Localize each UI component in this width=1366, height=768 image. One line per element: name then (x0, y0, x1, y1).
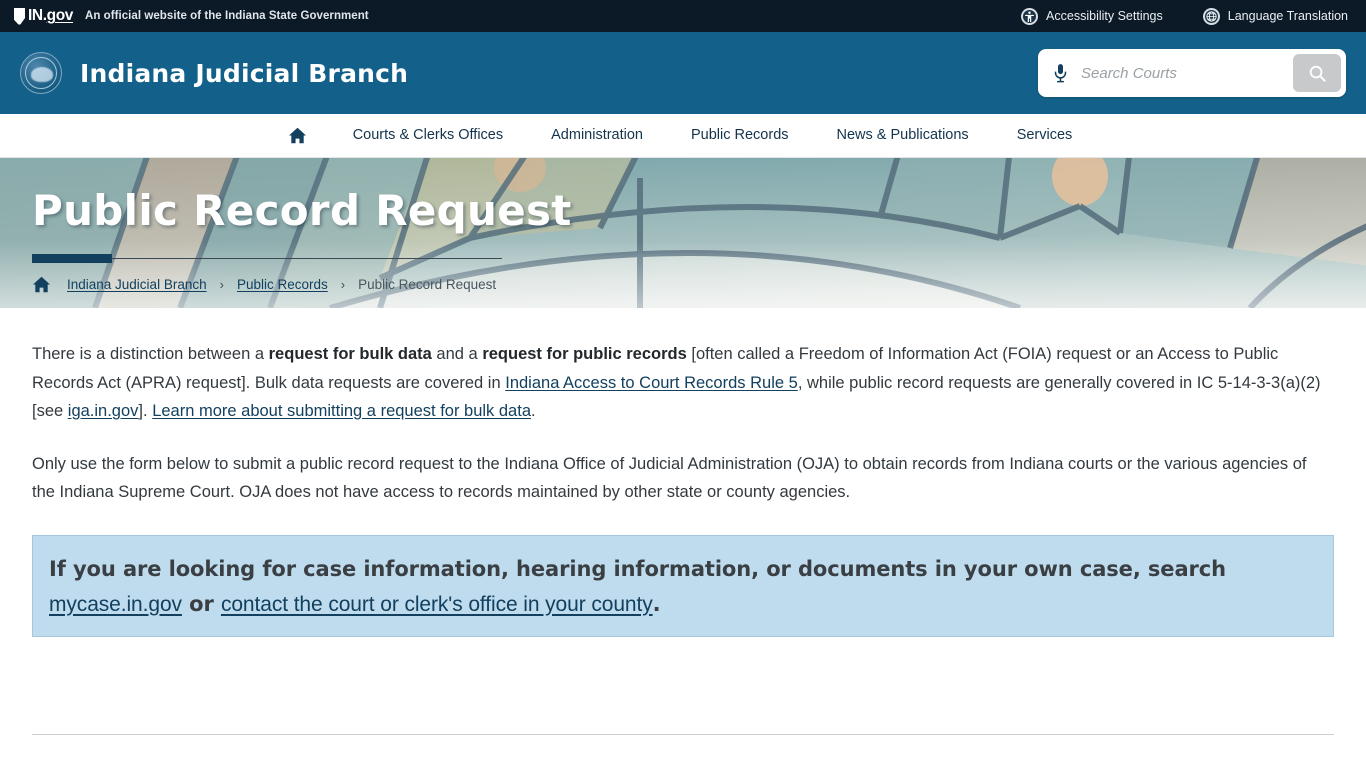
page-title: Public Record Request (32, 186, 572, 235)
para1-bold-bulk-data: request for bulk data (268, 345, 432, 363)
content-divider (32, 734, 1334, 735)
gov-tagline: An official website of the Indiana State… (84, 10, 369, 22)
home-icon (288, 127, 306, 144)
accessibility-settings-link[interactable]: Accessibility Settings (1021, 7, 1163, 25)
link-learn-more-bulk-data[interactable]: Learn more about submitting a request fo… (152, 402, 531, 420)
search-submit-button[interactable] (1293, 54, 1341, 92)
para1-bold-public-records: request for public records (482, 345, 687, 363)
language-translation-label: Language Translation (1227, 9, 1348, 23)
search-bar (1038, 49, 1346, 97)
link-court-records-rule-5[interactable]: Indiana Access to Court Records Rule 5 (505, 374, 798, 392)
nav-item-home[interactable] (270, 127, 329, 144)
main-content: There is a distinction between a request… (0, 340, 1366, 735)
indiana-judicial-seal-icon[interactable] (20, 52, 62, 94)
title-accent-bar (32, 254, 502, 263)
link-iga-in-gov[interactable]: iga.in.gov (68, 402, 139, 420)
globe-icon (1202, 7, 1220, 25)
callout-text-2: or (181, 591, 221, 616)
breadcrumb-separator-icon: › (340, 277, 346, 292)
callout-text-3: . (652, 591, 661, 616)
accent-bar-thick (32, 254, 112, 263)
in-gov-logo[interactable]: IN.gov (14, 7, 73, 25)
breadcrumb-item-indiana-judicial-branch[interactable]: Indiana Judicial Branch (67, 277, 207, 292)
page-hero: Public Record Request Indiana Judicial B… (0, 158, 1366, 308)
indiana-state-shape-icon (14, 7, 25, 25)
accessibility-settings-label: Accessibility Settings (1046, 9, 1163, 23)
accent-bar-thin (112, 258, 502, 259)
accessibility-icon (1021, 7, 1039, 25)
breadcrumb-item-current: Public Record Request (358, 277, 497, 292)
case-information-callout: If you are looking for case information,… (32, 534, 1334, 637)
para1-text-6: . (531, 402, 536, 420)
nav-item-services[interactable]: Services (993, 114, 1097, 157)
nav-item-public-records[interactable]: Public Records (667, 114, 813, 157)
breadcrumb: Indiana Judicial Branch › Public Records… (32, 276, 496, 293)
main-navigation: Courts & Clerks Offices Administration P… (0, 114, 1366, 158)
callout-text-1: If you are looking for case information,… (49, 556, 1226, 581)
gov-utility-links: Accessibility Settings Language Translat… (1021, 7, 1348, 25)
callout-text: If you are looking for case information,… (49, 552, 1317, 622)
search-icon (1309, 65, 1326, 82)
search-input[interactable] (1077, 64, 1293, 82)
nav-item-news-publications[interactable]: News & Publications (813, 114, 993, 157)
para1-text-1: There is a distinction between a (32, 345, 269, 363)
nav-item-courts-clerks-offices[interactable]: Courts & Clerks Offices (329, 114, 527, 157)
site-masthead: Indiana Judicial Branch (0, 32, 1366, 114)
link-mycase-in-gov[interactable]: mycase.in.gov (49, 593, 182, 616)
in-gov-logo-text: IN.gov (28, 7, 73, 25)
form-instructions-paragraph: Only use the form below to submit a publ… (32, 454, 1307, 502)
language-translation-link[interactable]: Language Translation (1202, 7, 1348, 25)
intro-paragraph: There is a distinction between a request… (32, 340, 1334, 426)
link-contact-court-clerk[interactable]: contact the court or clerk's office in y… (221, 593, 653, 616)
site-title[interactable]: Indiana Judicial Branch (80, 59, 408, 88)
microphone-icon[interactable] (1043, 54, 1077, 92)
breadcrumb-home-icon[interactable] (32, 276, 51, 293)
nav-item-administration[interactable]: Administration (527, 114, 667, 157)
gov-utility-bar: IN.gov An official website of the Indian… (0, 0, 1366, 32)
breadcrumb-separator-icon: › (219, 277, 224, 292)
para1-text-5: ]. (138, 402, 153, 420)
breadcrumb-item-public-records[interactable]: Public Records (237, 277, 328, 292)
para1-text-2: and a (431, 345, 483, 363)
